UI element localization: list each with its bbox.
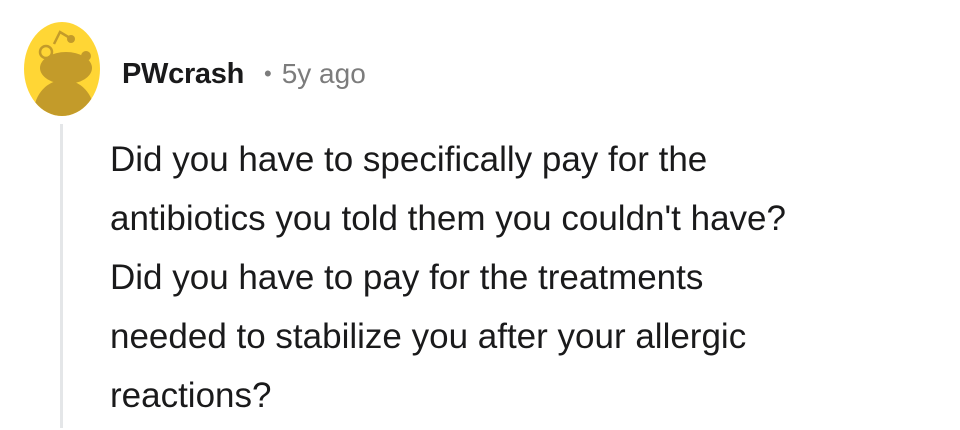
snoo-avatar-icon bbox=[24, 22, 100, 116]
comment-body: Did you have to specifically pay for the… bbox=[110, 130, 950, 425]
comment-body-line: Did you have to specifically pay for the bbox=[110, 140, 708, 179]
comment-body-line: needed to stabilize you after your aller… bbox=[110, 317, 747, 356]
comment-body-line: Did you have to pay for the treatments bbox=[110, 258, 704, 297]
separator-dot: • bbox=[264, 61, 272, 86]
thread-line[interactable] bbox=[60, 124, 63, 428]
comment-timestamp[interactable]: 5y ago bbox=[282, 58, 366, 90]
comment-body-line: reactions? bbox=[110, 376, 272, 415]
comment-header: PWcrash • 5y ago bbox=[122, 52, 366, 96]
comment-body-line: antibiotics you told them you couldn't h… bbox=[110, 199, 786, 238]
user-avatar[interactable] bbox=[24, 22, 100, 116]
comment: PWcrash • 5y ago Did you have to specifi… bbox=[0, 0, 960, 430]
username-link[interactable]: PWcrash bbox=[122, 58, 244, 91]
